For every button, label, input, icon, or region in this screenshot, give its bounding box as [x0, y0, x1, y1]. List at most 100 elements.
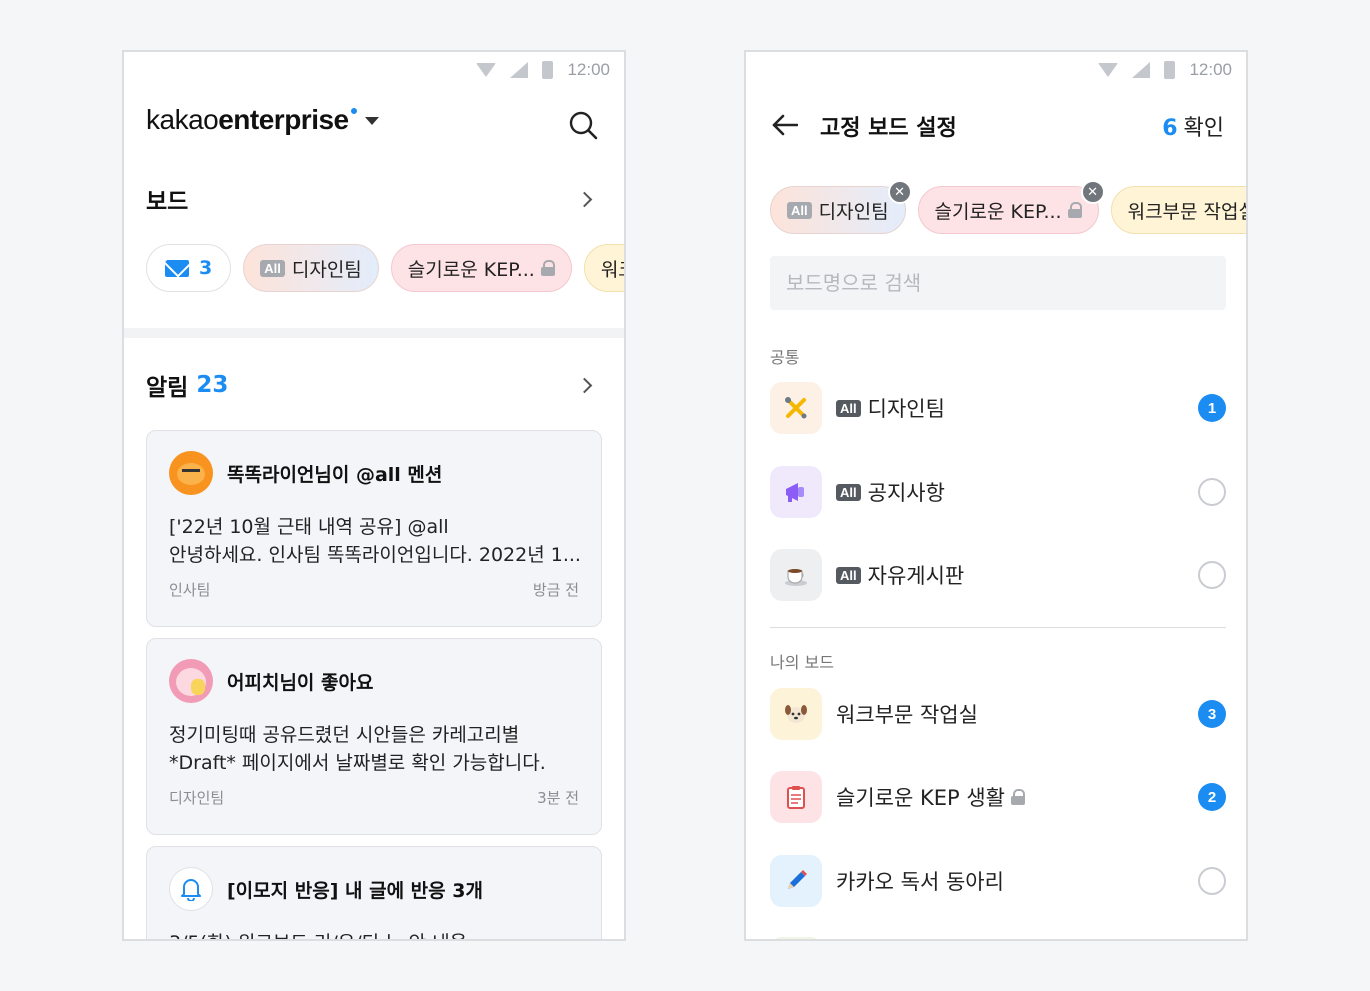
page-title: 고정 보드 설정	[820, 116, 957, 141]
notification-card[interactable]: 어피치님이 좋아요 정기미팅때 공유드렸던 시안들은 카레고리별 *Draft*…	[146, 638, 602, 835]
board-name: 디자인팀	[867, 397, 945, 421]
chevron-right-icon[interactable]	[576, 377, 593, 394]
card-title: [이모지 반응] 내 글에 반응 3개	[227, 879, 483, 902]
status-bar: 12:00	[1098, 52, 1246, 88]
lock-icon	[540, 260, 555, 276]
board-section-label: 보드	[146, 189, 189, 215]
pinned-board-settings-screen: 12:00 고정 보드 설정 6 확인 All 디자인팀 ✕ 슬기로운 KEP..…	[744, 50, 1248, 941]
chip-design-team[interactable]: All 디자인팀	[243, 244, 379, 292]
remove-chip-icon[interactable]: ✕	[887, 180, 912, 204]
board-row[interactable]: 슬기로운 KEP 생활 2	[770, 770, 1226, 824]
selection-radio[interactable]	[1198, 478, 1226, 506]
selection-order-badge[interactable]: 2	[1198, 783, 1226, 811]
card-source: 인사팀	[169, 581, 211, 599]
tools-icon	[770, 382, 822, 434]
notification-card[interactable]: [이모지 반응] 내 글에 반응 3개 3/5(화) 워크보드 리/유/티 뉴 …	[146, 846, 602, 939]
chip-work-division[interactable]: 워크부문 작업실	[1110, 186, 1248, 234]
board-row[interactable]: 워크부문 작업실 3	[770, 687, 1226, 741]
group-divider	[770, 627, 1226, 628]
selected-chip: All 디자인팀 ✕	[770, 180, 912, 234]
brand-logo-regular: kakao	[146, 104, 219, 135]
chip-design-team[interactable]: All 디자인팀	[770, 186, 906, 234]
back-arrow-icon[interactable]	[772, 114, 798, 136]
board-row[interactable]: 카카오 독서 동아리	[770, 854, 1226, 908]
pinned-board-chips: 3 All 디자인팀 슬기로운 KEP... 워크	[146, 244, 624, 292]
all-badge: All	[836, 483, 861, 501]
section-divider	[124, 328, 624, 338]
chip-kep-life[interactable]: 슬기로운 KEP...	[390, 244, 572, 292]
board-name: 자유게시판	[867, 564, 965, 588]
group-label-my-boards: 나의 보드	[770, 653, 834, 672]
selected-chip: 슬기로운 KEP... ✕	[917, 180, 1105, 234]
lock-icon	[1010, 789, 1025, 805]
signal-icon	[1132, 62, 1151, 78]
group-label-common: 공통	[770, 348, 800, 367]
card-source: 디자인팀	[169, 789, 225, 807]
card-title: 어피치님이 좋아요	[227, 671, 374, 694]
board-icon	[770, 937, 822, 939]
card-time: 방금 전	[532, 581, 579, 599]
avatar	[169, 659, 213, 703]
notification-label: 알림	[146, 375, 189, 401]
all-badge: All	[836, 566, 861, 584]
confirm-button[interactable]: 6 확인	[1162, 110, 1224, 142]
megaphone-icon	[770, 466, 822, 518]
status-time: 12:00	[1189, 60, 1232, 79]
all-badge: All	[260, 259, 285, 277]
chip-label: 워크부문 작업실	[1127, 200, 1248, 223]
board-name: 워크부문 작업실	[836, 703, 978, 727]
board-row[interactable]: All 자유게시판	[770, 548, 1226, 602]
board-row[interactable]	[770, 936, 1226, 939]
mail-chip[interactable]: 3	[146, 244, 232, 292]
board-section-title: 보드	[146, 182, 188, 216]
coffee-icon	[770, 549, 822, 601]
battery-icon	[542, 61, 554, 79]
bell-icon	[181, 879, 201, 901]
notification-count: 23	[196, 372, 229, 398]
notification-card[interactable]: 똑똑라이언님이 @all 멘션 ['22년 10월 근태 내역 공유] @all…	[146, 430, 602, 627]
chip-work-division[interactable]: 워크	[583, 244, 624, 292]
lock-icon	[1067, 202, 1082, 218]
selection-order-badge[interactable]: 1	[1198, 394, 1226, 422]
workspace-switcher[interactable]: kakao enterprise	[146, 104, 379, 136]
status-bar: 12:00	[476, 52, 624, 88]
selection-radio[interactable]	[1198, 867, 1226, 895]
board-row[interactable]: All 공지사항	[770, 465, 1226, 519]
chevron-right-icon[interactable]	[576, 191, 593, 208]
home-screen: 12:00 kakao enterprise 보드 3 All 디자인팀 슬기로운…	[122, 50, 626, 941]
selected-board-chips: All 디자인팀 ✕ 슬기로운 KEP... ✕ 워크부문 작업실	[770, 180, 1248, 234]
chip-label: 디자인팀	[291, 258, 362, 281]
card-line: 정기미팅때 공유드렸던 시안들은 카레고리별	[169, 724, 520, 746]
avatar	[169, 451, 213, 495]
search-icon[interactable]	[568, 110, 598, 140]
brand-logo-bold: enterprise	[218, 104, 349, 135]
board-row[interactable]: All 디자인팀 1	[770, 381, 1226, 435]
selection-order-badge[interactable]: 3	[1198, 700, 1226, 728]
mail-count: 3	[199, 257, 213, 279]
selected-chip: 워크부문 작업실	[1110, 186, 1248, 234]
caret-down-icon	[364, 117, 379, 125]
card-line: *Draft* 페이지에서 날짜별로 확인 가능합니다.	[169, 752, 546, 774]
card-line: ['22년 10월 근태 내역 공유] @all	[169, 516, 449, 538]
pencil-icon	[770, 855, 822, 907]
chip-kep-life[interactable]: 슬기로운 KEP...	[917, 186, 1099, 234]
notification-section-title: 알림 23	[146, 368, 228, 402]
board-name: 카카오 독서 동아리	[836, 870, 1004, 894]
all-badge: All	[787, 201, 812, 219]
chip-label: 워크	[600, 258, 624, 281]
board-search-input[interactable]	[770, 256, 1226, 310]
selection-radio[interactable]	[1198, 561, 1226, 589]
battery-icon	[1164, 61, 1176, 79]
mail-icon	[165, 259, 189, 277]
remove-chip-icon[interactable]: ✕	[1080, 180, 1105, 204]
dog-icon	[770, 688, 822, 740]
card-time: 3분 전	[537, 789, 579, 807]
board-name: 공지사항	[867, 481, 945, 505]
brand-dot	[350, 108, 357, 114]
confirm-label: 확인	[1183, 116, 1224, 141]
signal-icon	[510, 62, 529, 78]
chip-label: 슬기로운 KEP...	[934, 200, 1062, 223]
card-title: 똑똑라이언님이 @all 멘션	[227, 463, 443, 486]
wifi-icon	[1098, 63, 1119, 77]
card-line: 3/5(화) 워크보드 리/유/티 뉴 안 내용	[169, 929, 579, 939]
